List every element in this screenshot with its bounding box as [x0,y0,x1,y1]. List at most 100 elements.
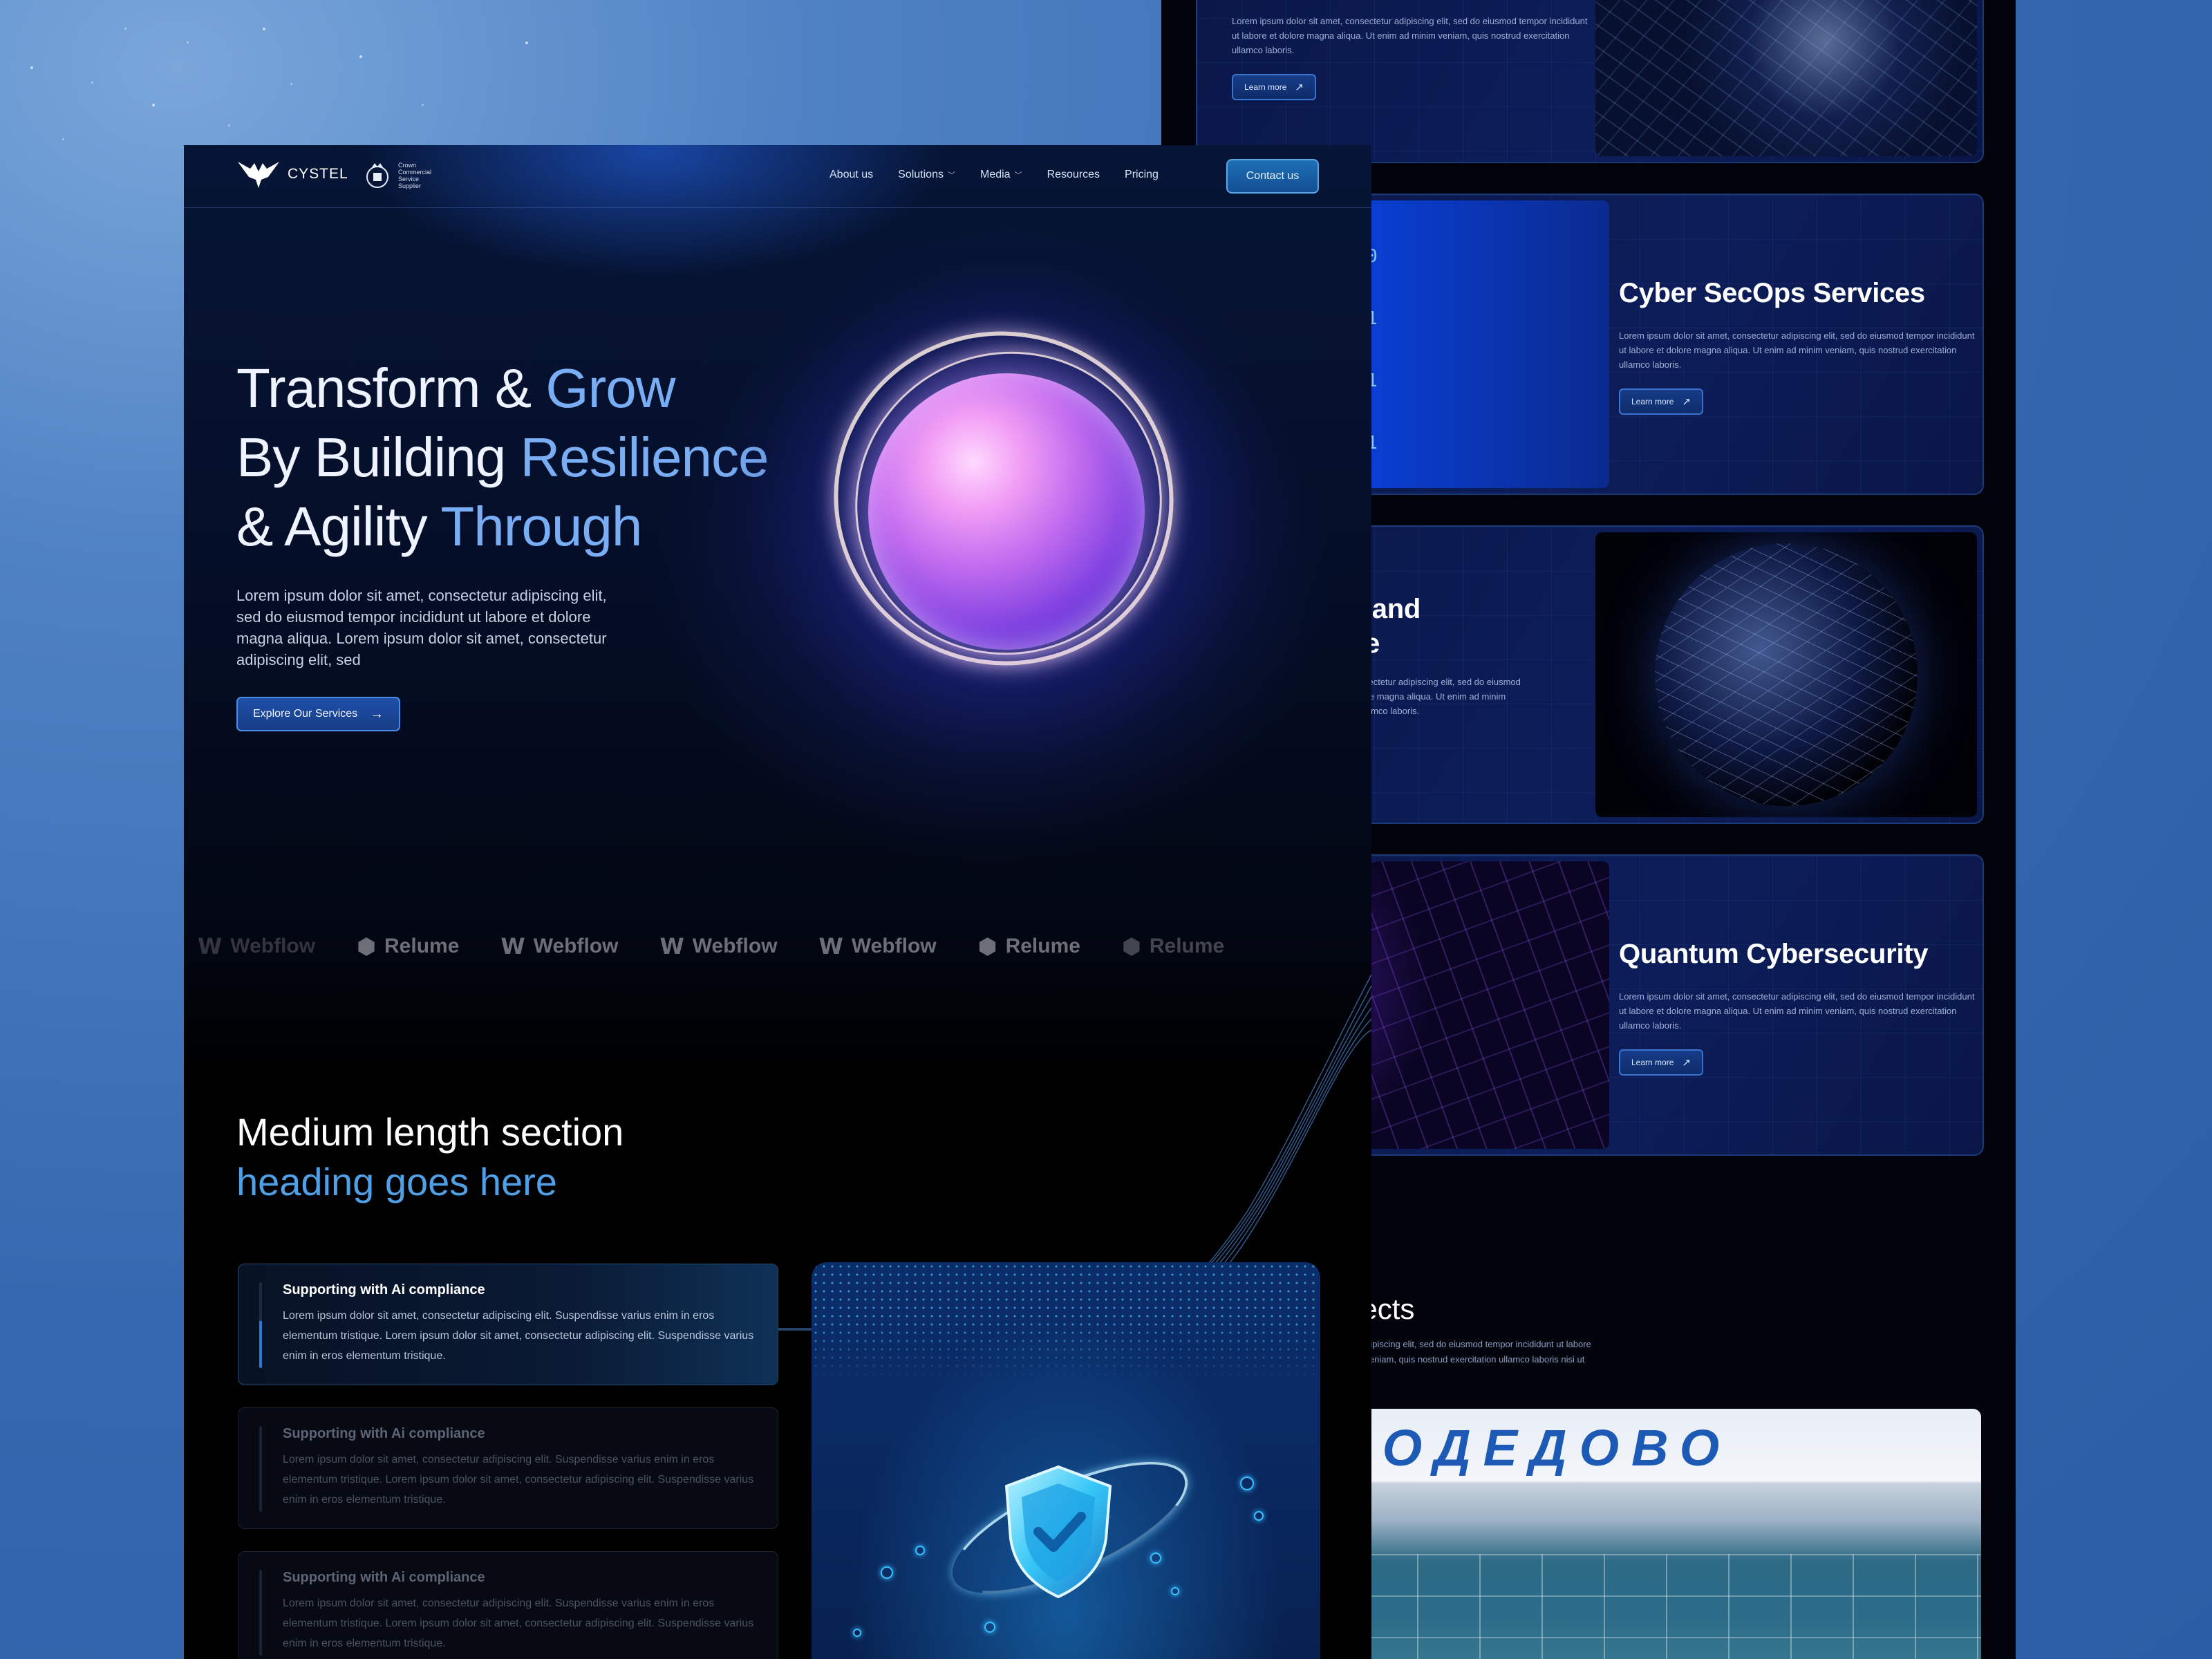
logo-webflow: 𝗪 Webflow [500,933,618,959]
service-title: Quantum Cybersecurity [1619,939,1929,969]
headline-text: & Agility [236,496,441,557]
star [263,28,265,30]
service-card-4-text: Quantum Cybersecurity Lorem ipsum dolor … [1619,939,1978,1076]
brand-name: CYSTEL [288,166,348,182]
particle [1150,1553,1161,1564]
progress-indicator [259,1282,262,1368]
brand-logo[interactable]: CYSTEL [236,159,348,189]
ccs-line: Commercial [398,169,432,176]
ccs-line: Crown [398,162,417,169]
section-heading: Medium length section heading goes here [236,1107,624,1207]
section-heading-line-2: heading goes here [236,1160,557,1203]
star [30,66,33,69]
glass-facade [1355,1554,1981,1659]
service-card-1-body: Lorem ipsum dolor sit amet, consectetur … [1232,16,1588,55]
feature-body: Lorem ipsum dolor sit amet, consectetur … [283,1597,754,1649]
section-heading-line-1: Medium length section [236,1110,624,1154]
logo-webflow: 𝗪 Webflow [198,933,315,959]
particle [915,1546,925,1555]
hero-orb-graphic [709,214,1304,809]
nav-solutions[interactable]: Solutions ﹀ [898,169,955,181]
service-body: consectetur adipiscing elit, sed do eius… [1349,677,1521,716]
logo-relume: ⬢ Relume [357,933,459,959]
particle [881,1566,893,1579]
learn-more-label: Learn more [1631,397,1674,406]
nav-label: Solutions [898,169,944,180]
royal-crest-icon [366,163,388,188]
nav-label: Pricing [1125,169,1159,180]
top-navigation: CYSTEL Crown Commercial Service Supplier… [184,145,1371,208]
progress-indicator [259,1570,262,1656]
learn-more-label: Learn more [1631,1058,1674,1067]
hero-paragraph: Lorem ipsum dolor sit amet, consectetur … [236,587,607,668]
particle [984,1622,995,1633]
service-card-2-text: Cyber SecOps Services Lorem ipsum dolor … [1619,278,1978,415]
home-page-panel: CYSTEL Crown Commercial Service Supplier… [184,145,1371,1659]
service-title-line: ce [1349,626,1598,661]
learn-more-button[interactable]: Learn more ↗ [1619,388,1703,415]
service-card-3-text: y and ce consectetur adipiscing elit, se… [1349,592,1598,718]
ccs-text: Crown Commercial Service Supplier [398,162,431,189]
star [62,138,64,140]
nav-label: Resources [1047,169,1100,180]
chevron-down-icon: ﹀ [947,171,955,180]
arrow-up-right-icon: ↗ [1682,1056,1691,1069]
ccs-line: Supplier [398,182,422,189]
logo-label: Relume [384,935,460,957]
orb-sphere [868,373,1145,650]
logo-label: Webflow [230,935,316,957]
digital-globe-image [1595,532,1977,817]
learn-more-button[interactable]: Learn more ↗ [1232,74,1316,100]
chevron-down-icon: ﹀ [1014,171,1022,180]
headline-accent: Through [440,496,642,557]
feature-body: Lorem ipsum dolor sit amet, consectetur … [283,1310,754,1362]
service-body: Lorem ipsum dolor sit amet, consectetur … [1619,330,1975,370]
feature-item-3[interactable]: Supporting with Ai compliance Lorem ipsu… [238,1551,778,1659]
star [359,55,362,58]
arrow-right-icon: → [370,706,384,722]
logo-label: Webflow [533,935,619,957]
dot-wave-pattern [812,1262,1320,1380]
star [525,41,528,44]
progress-indicator [259,1426,262,1512]
explore-services-button[interactable]: Explore Our Services → [236,697,401,731]
feature-item-2[interactable]: Supporting with Ai compliance Lorem ipsu… [238,1407,778,1529]
headline-text: By Building [236,427,521,488]
feature-body: Lorem ipsum dolor sit amet, consectetur … [283,1454,754,1506]
service-title-line: y and [1349,594,1421,624]
nav-resources[interactable]: Resources [1047,169,1100,181]
nav-about-us[interactable]: About us [830,169,873,181]
headline-accent: Grow [545,357,675,419]
star [422,104,424,106]
headline-line-3: & Agility Through [236,492,769,561]
shield-check-icon [1004,1465,1112,1599]
nav-media[interactable]: Media ﹀ [980,169,1022,181]
contact-us-button[interactable]: Contact us [1226,159,1319,194]
particle [853,1629,861,1637]
learn-more-label: Learn more [1244,82,1287,92]
star [91,82,93,84]
arrow-up-right-icon: ↗ [1295,81,1304,93]
webflow-logo-icon: 𝗪 [500,934,525,959]
particle [1171,1587,1179,1595]
ccs-line: Service [398,176,420,182]
webflow-logo-icon: 𝗪 [198,934,223,959]
nav-pricing[interactable]: Pricing [1125,169,1159,181]
globe-graphic [1655,543,1918,806]
feature-title: Supporting with Ai compliance [283,1282,485,1297]
security-shield-visual [812,1262,1320,1659]
learn-more-button[interactable]: Learn more ↗ [1619,1049,1703,1076]
hero-headline: Transform & Grow By Building Resilience … [236,354,769,561]
explore-services-label: Explore Our Services [253,708,358,720]
service-card-1: Lorem ipsum dolor sit amet, consectetur … [1196,0,1984,163]
star [290,83,292,85]
nav-label: About us [830,169,874,180]
star [124,28,126,30]
feature-item-1[interactable]: Supporting with Ai compliance Lorem ipsu… [238,1264,778,1385]
network-hand-image [1595,0,1977,156]
hero-section: CYSTEL Crown Commercial Service Supplier… [184,145,1371,1071]
star [228,124,230,126]
star [152,104,155,106]
feature-title: Supporting with Ai compliance [283,1570,485,1585]
service-card-1-text: Lorem ipsum dolor sit amet, consectetur … [1232,14,1591,100]
